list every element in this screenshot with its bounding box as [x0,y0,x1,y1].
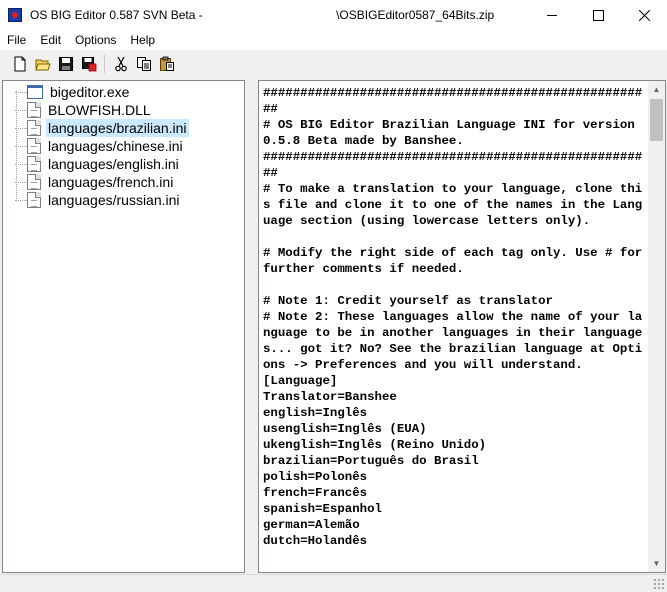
file-icon [27,192,41,208]
tree-item-label: languages/french.ini [48,174,174,190]
tree-item-french-ini[interactable]: languages/french.ini [13,173,175,191]
title-bar: OS BIG Editor 0.587 SVN Beta - \OSBIGEdi… [0,0,667,30]
vertical-scrollbar[interactable]: ▲ ▼ [648,81,665,572]
app-icon[interactable] [8,8,22,22]
menu-help[interactable]: Help [123,30,162,50]
new-file-icon [14,56,25,71]
menu-options[interactable]: Options [68,30,123,50]
app-window: OS BIG Editor 0.587 SVN Beta - \OSBIGEdi… [0,0,667,592]
file-icon [27,138,41,154]
editor-content[interactable]: ########################################… [263,85,647,549]
tree-item-label: languages/russian.ini [48,192,180,208]
tree-item-english-ini[interactable]: languages/english.ini [13,155,181,173]
tree-item-russian-ini[interactable]: languages/russian.ini [13,191,182,209]
cut-button[interactable] [109,52,132,75]
paste-button[interactable] [155,52,178,75]
cut-icon [114,56,127,71]
save-icon [58,56,73,71]
close-button[interactable] [621,0,667,30]
maximize-button[interactable] [575,0,621,30]
menu-edit[interactable]: Edit [33,30,68,50]
save-as-button[interactable] [77,52,100,75]
toolbar-separator [104,54,105,73]
minimize-icon [546,14,557,16]
file-icon [27,174,41,190]
window-title: OS BIG Editor 0.587 SVN Beta - \OSBIGEdi… [30,8,495,22]
toolbar [0,50,667,77]
menu-bar: File Edit Options Help [0,30,667,50]
open-button[interactable] [31,52,54,75]
file-tree[interactable]: bigeditor.exe BLOWFISH.DLL languages/bra… [2,80,245,573]
tree-item-label: languages/english.ini [48,156,179,172]
minimize-button[interactable] [529,0,575,30]
open-folder-icon [34,59,51,70]
new-file-button[interactable] [8,52,31,75]
tree-item-label: bigeditor.exe [50,84,130,100]
tree-item-bigeditor-exe[interactable]: bigeditor.exe [13,83,131,101]
application-icon [27,85,43,99]
scroll-thumb[interactable] [650,99,663,141]
tree-item-brazilian-ini[interactable]: languages/brazilian.ini [13,119,189,137]
menu-file[interactable]: File [0,30,33,50]
tree-item-chinese-ini[interactable]: languages/chinese.ini [13,137,185,155]
file-icon [27,156,41,172]
tree-item-label: languages/chinese.ini [48,138,183,154]
scroll-down-arrow-icon[interactable]: ▼ [648,555,665,572]
save-button[interactable] [54,52,77,75]
save-as-icon [81,56,96,71]
copy-icon [136,56,151,71]
scroll-up-arrow-icon[interactable]: ▲ [648,81,665,98]
resize-grip-icon[interactable] [653,578,665,590]
file-icon [27,120,41,136]
file-icon [27,102,41,118]
maximize-icon [592,9,604,21]
tree-item-label: languages/brazilian.ini [46,119,189,137]
close-icon [638,9,650,21]
paste-icon [159,56,174,71]
tree-item-blowfish-dll[interactable]: BLOWFISH.DLL [13,101,153,119]
copy-button[interactable] [132,52,155,75]
status-bar [0,574,667,592]
text-editor[interactable]: ########################################… [258,80,666,573]
tree-item-label: BLOWFISH.DLL [48,102,151,118]
